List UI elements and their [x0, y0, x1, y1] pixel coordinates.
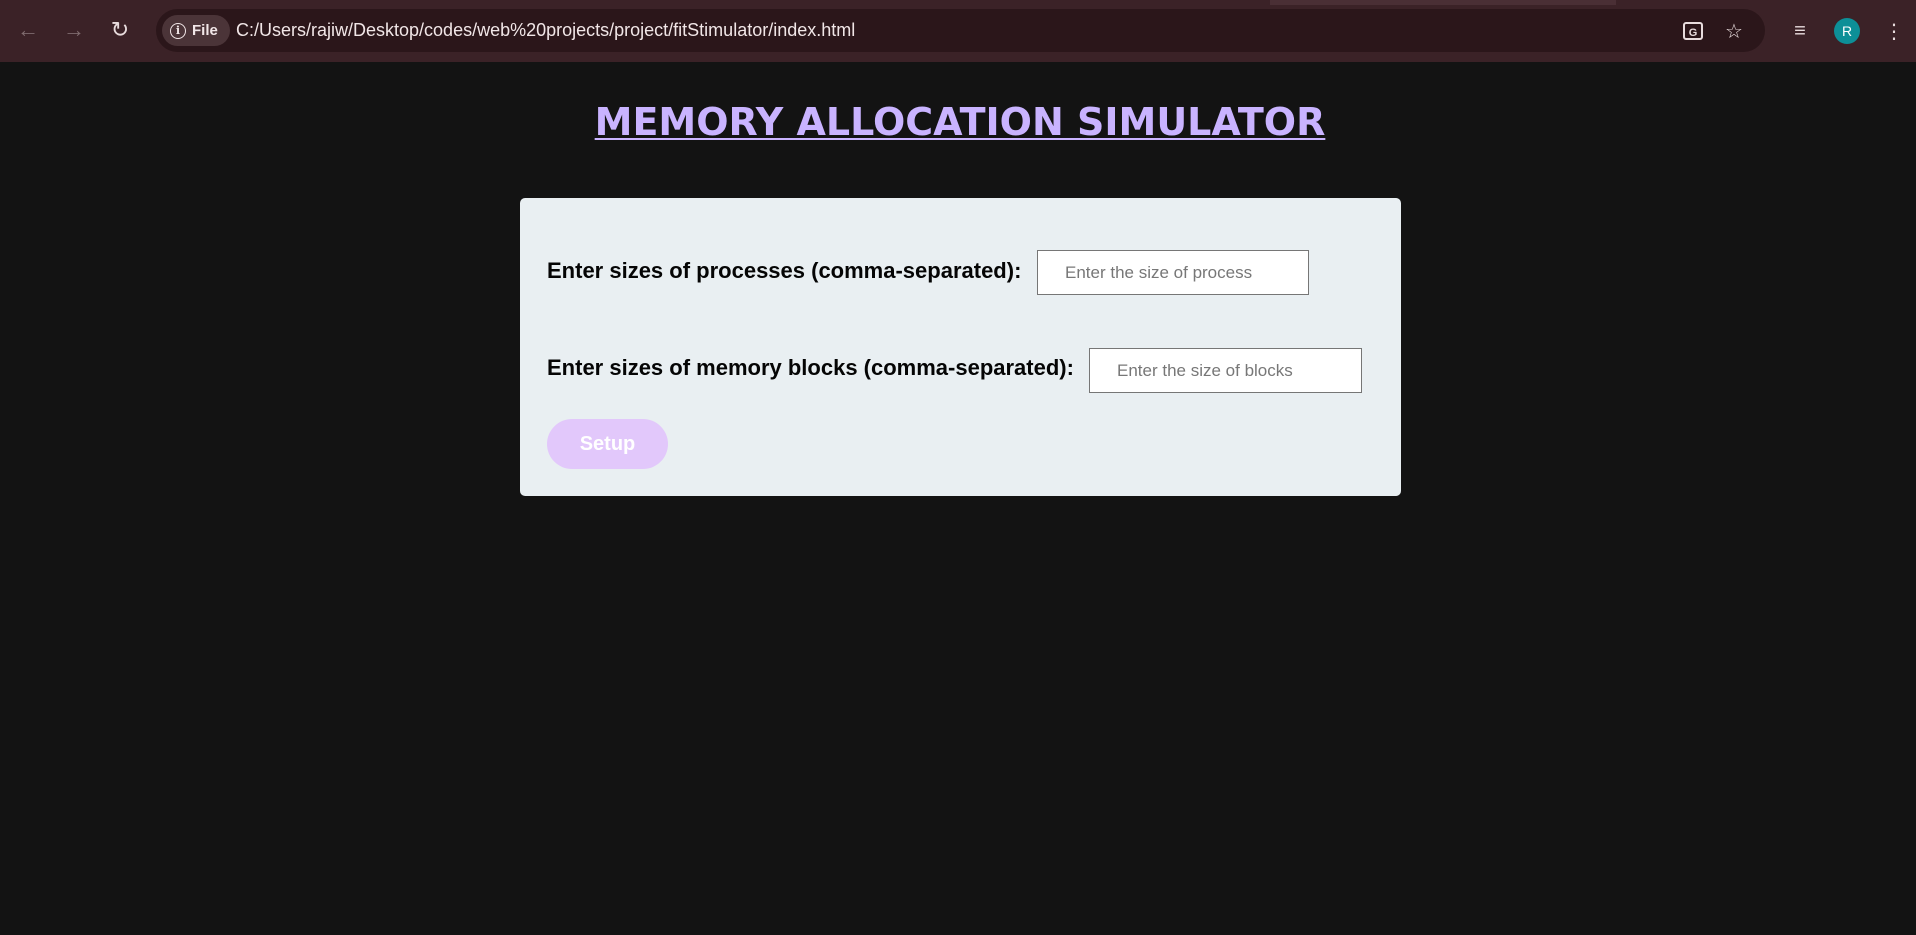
- info-icon: i: [170, 22, 186, 39]
- star-icon: ☆: [1725, 20, 1743, 43]
- translate-button[interactable]: G: [1679, 17, 1707, 45]
- blocks-input[interactable]: [1089, 348, 1362, 393]
- browser-toolbar: ← → ↻ i File C:/Users/rajiw/Desktop/code…: [0, 0, 1916, 62]
- arrow-left-icon: ←: [17, 17, 39, 42]
- kebab-menu-icon: ⋮: [1884, 20, 1904, 43]
- profile-avatar[interactable]: R: [1834, 18, 1860, 44]
- tab-strip-edge: [1270, 0, 1616, 5]
- profile-initial: R: [1841, 23, 1853, 39]
- processes-input[interactable]: [1037, 250, 1309, 295]
- page-title: MEMORY ALLOCATION SIMULATOR: [594, 100, 1326, 144]
- translate-icon: G: [1683, 22, 1703, 40]
- reload-button[interactable]: ↻: [102, 12, 138, 48]
- setup-button[interactable]: Setup: [547, 419, 668, 469]
- simulator-form: Enter sizes of processes (comma-separate…: [520, 198, 1401, 496]
- media-controls-button[interactable]: ≡: [1782, 13, 1818, 49]
- site-chip-label: File: [192, 22, 218, 39]
- playlist-icon: ≡: [1794, 19, 1806, 42]
- reload-icon: ↻: [110, 17, 130, 42]
- address-bar[interactable]: i File C:/Users/rajiw/Desktop/codes/web%…: [156, 9, 1765, 52]
- blocks-label: Enter sizes of memory blocks (comma-sepa…: [547, 355, 1074, 380]
- processes-label: Enter sizes of processes (comma-separate…: [547, 258, 1022, 283]
- site-info-chip[interactable]: i File: [162, 15, 230, 46]
- bookmark-button[interactable]: ☆: [1720, 17, 1748, 45]
- url-text[interactable]: C:/Users/rajiw/Desktop/codes/web%20proje…: [236, 9, 855, 52]
- browser-menu-button[interactable]: ⋮: [1876, 13, 1912, 49]
- back-button[interactable]: ←: [10, 12, 46, 48]
- forward-button[interactable]: →: [56, 12, 92, 48]
- arrow-right-icon: →: [63, 17, 85, 42]
